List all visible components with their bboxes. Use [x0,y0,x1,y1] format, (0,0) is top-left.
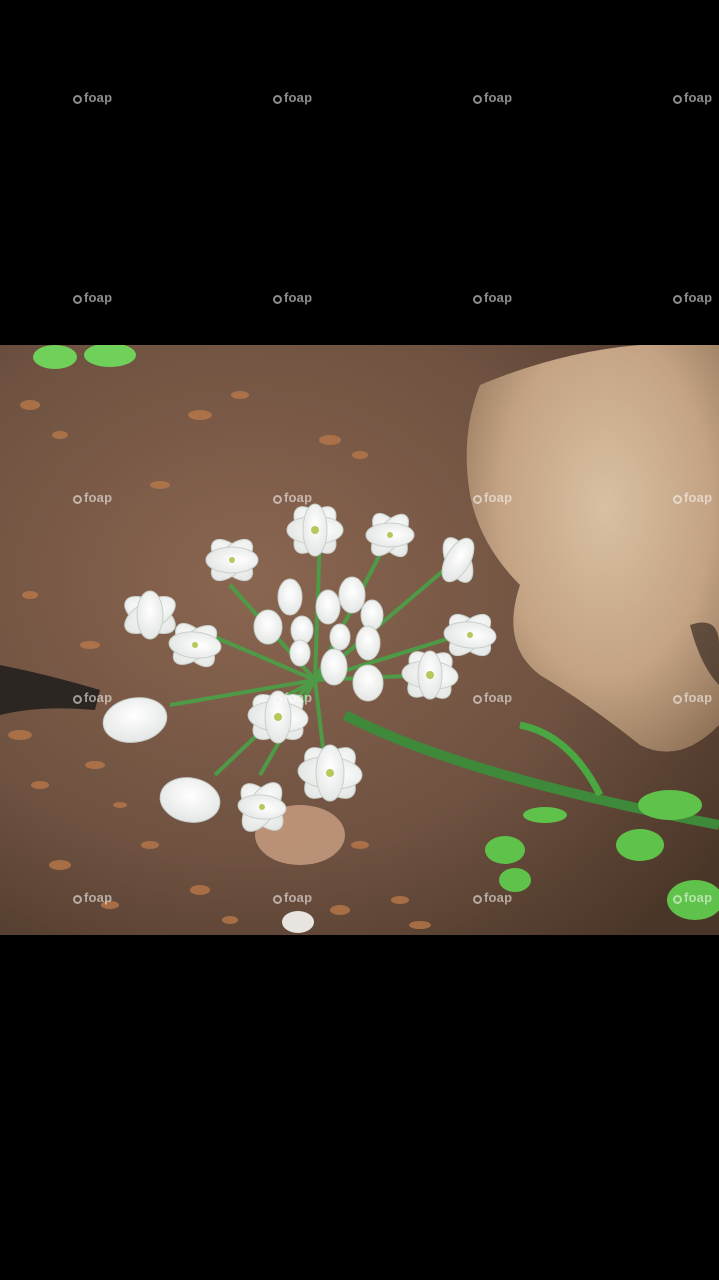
watermark-logo-icon [673,95,682,104]
watermark: foap [73,290,112,305]
watermark: foap [673,290,712,305]
flower-photo [0,345,719,935]
watermark-logo-icon [273,95,282,104]
watermark-logo-icon [273,295,282,304]
watermark-logo-icon [673,295,682,304]
watermark-text: foap [484,90,513,105]
pebble [282,911,314,933]
watermark-text: foap [284,290,313,305]
watermark: foap [473,90,512,105]
watermark-text: foap [684,90,713,105]
watermark-text: foap [84,90,113,105]
watermark-logo-icon [73,295,82,304]
watermark: foap [273,290,312,305]
watermark-logo-icon [473,295,482,304]
flower-photo-canvas [0,345,719,935]
watermark-text: foap [284,90,313,105]
watermark-text: foap [484,290,513,305]
watermark-logo-icon [73,95,82,104]
watermark: foap [473,290,512,305]
watermark: foap [673,90,712,105]
watermark: foap [273,90,312,105]
watermark: foap [73,90,112,105]
watermark-text: foap [84,290,113,305]
watermark-logo-icon [473,95,482,104]
watermark-text: foap [684,290,713,305]
